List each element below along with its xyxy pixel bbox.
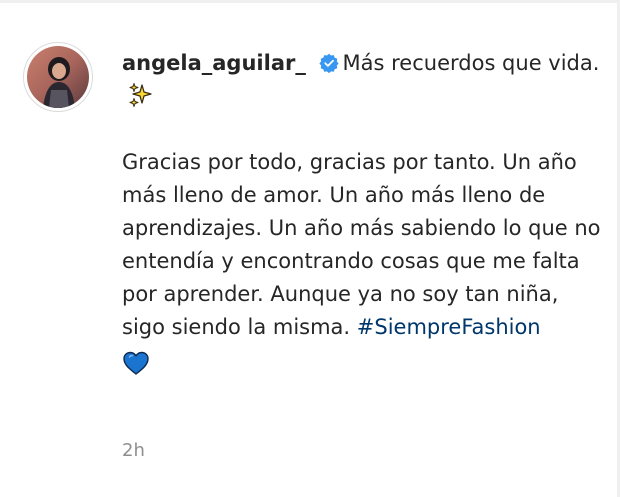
blue-heart-emoji <box>123 351 149 375</box>
caption-first-line: Más recuerdos que vida. <box>342 51 600 75</box>
caption-body: Gracias por todo, gracias por tanto. Un … <box>122 150 601 339</box>
avatar <box>27 46 89 108</box>
caption-text: angela_aguilar_ Más recuerdos que vida. … <box>122 47 602 377</box>
verified-badge-icon <box>318 53 339 73</box>
top-divider <box>0 0 620 3</box>
username-link[interactable]: angela_aguilar_ <box>122 51 306 75</box>
timestamp[interactable]: 2h <box>122 440 145 461</box>
sparkles-emoji <box>129 83 152 107</box>
hashtag-link[interactable]: #SiempreFashion <box>357 315 541 339</box>
avatar-link[interactable] <box>23 42 93 112</box>
